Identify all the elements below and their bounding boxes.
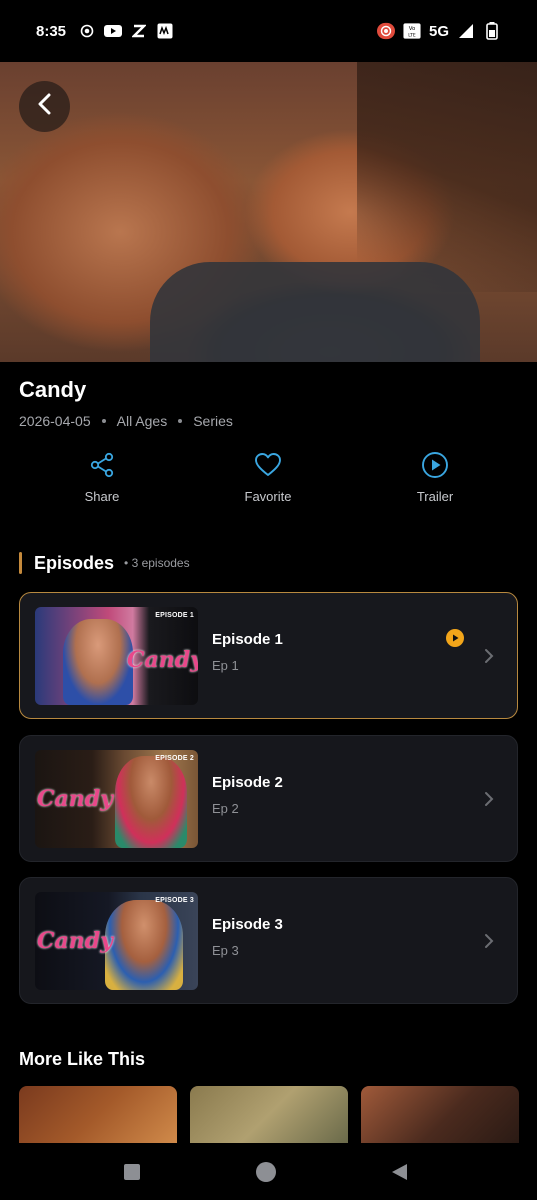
episode-tag: EPISODE 1: [155, 612, 194, 619]
status-time: 8:35: [36, 22, 67, 40]
share-button[interactable]: Share: [42, 450, 162, 504]
recommendation-card[interactable]: [19, 1086, 177, 1143]
svg-text:Vo: Vo: [409, 26, 416, 32]
episode-card[interactable]: EPISODE 2 Candy Episode 2 Ep 2: [19, 735, 518, 862]
episode-tag: EPISODE 3: [155, 897, 194, 904]
chevron-right-icon: [482, 932, 496, 950]
show-meta: 2026-04-05 All Ages Series: [19, 413, 233, 429]
back-button[interactable]: [19, 81, 70, 132]
candy-logo: Candy: [127, 647, 198, 673]
age-rating: All Ages: [116, 413, 168, 429]
episode-number: Ep 2: [212, 801, 239, 816]
episode-name: Episode 1: [212, 631, 283, 648]
episode-number: Ep 1: [212, 658, 239, 673]
play-circle-icon: [420, 450, 450, 480]
now-playing-icon: [446, 629, 464, 647]
show-title: Candy: [19, 377, 87, 402]
hero-image-detail: [150, 262, 480, 362]
show-type: Series: [193, 413, 233, 429]
candy-logo: Candy: [37, 786, 113, 812]
signal-icon: [457, 22, 475, 40]
episode-card[interactable]: EPISODE 1 Candy Episode 1 Ep 1: [19, 592, 518, 719]
svg-text:LTE: LTE: [408, 32, 416, 38]
chevron-right-icon: [482, 647, 496, 665]
my-app-icon: [156, 22, 174, 40]
separator-dot: [178, 419, 183, 423]
separator-dot: [101, 419, 106, 423]
hero-image-detail: [357, 62, 537, 292]
youtube-icon: [104, 22, 123, 40]
episode-tag: EPISODE 2: [155, 755, 194, 762]
share-label: Share: [84, 489, 120, 504]
favorite-button[interactable]: Favorite: [208, 450, 328, 504]
screen-record-icon: [376, 22, 395, 40]
episode-thumbnail: EPISODE 1 Candy: [35, 607, 198, 705]
trailer-button[interactable]: Trailer: [375, 450, 495, 504]
status-bar: 8:35 Vo LTE 5G: [0, 0, 537, 62]
episode-thumbnail: EPISODE 3 Candy: [35, 892, 198, 990]
episodes-header: Episodes • 3 episodes: [19, 552, 190, 574]
network-type: 5G: [428, 22, 449, 40]
recommendation-card[interactable]: [190, 1086, 348, 1143]
more-like-this-title: More Like This: [19, 1049, 146, 1069]
recents-square-icon[interactable]: [121, 1161, 143, 1183]
favorite-label: Favorite: [244, 489, 292, 504]
back-triangle-icon[interactable]: [388, 1161, 410, 1183]
thumbnail-figure: [105, 900, 183, 990]
record-icon: [78, 22, 96, 40]
episodes-title: Episodes: [34, 552, 115, 573]
z-icon: [130, 22, 148, 40]
episode-name: Episode 2: [212, 774, 283, 791]
episode-thumbnail: EPISODE 2 Candy: [35, 750, 198, 848]
episode-name: Episode 3: [212, 916, 283, 933]
recommendation-card[interactable]: [361, 1086, 519, 1143]
share-icon: [87, 450, 117, 480]
thumbnail-figure: [63, 619, 133, 705]
episodes-count: • 3 episodes: [124, 556, 190, 570]
episode-number: Ep 3: [212, 943, 239, 958]
chevron-left-icon: [35, 93, 55, 120]
trailer-label: Trailer: [416, 489, 454, 504]
home-circle-icon[interactable]: [255, 1161, 277, 1183]
action-row: Share Favorite Trailer: [0, 450, 537, 510]
candy-logo: Candy: [37, 928, 113, 954]
chevron-right-icon: [482, 790, 496, 808]
heart-icon: [253, 450, 283, 480]
hero-image: [0, 62, 537, 362]
volte-icon: Vo LTE: [403, 22, 421, 40]
section-accent-bar: [19, 552, 22, 574]
episode-card[interactable]: EPISODE 3 Candy Episode 3 Ep 3: [19, 877, 518, 1004]
release-date: 2026-04-05: [19, 413, 91, 429]
system-nav-bar: [0, 1143, 537, 1200]
battery-icon: [483, 22, 501, 40]
thumbnail-figure: [115, 756, 187, 848]
